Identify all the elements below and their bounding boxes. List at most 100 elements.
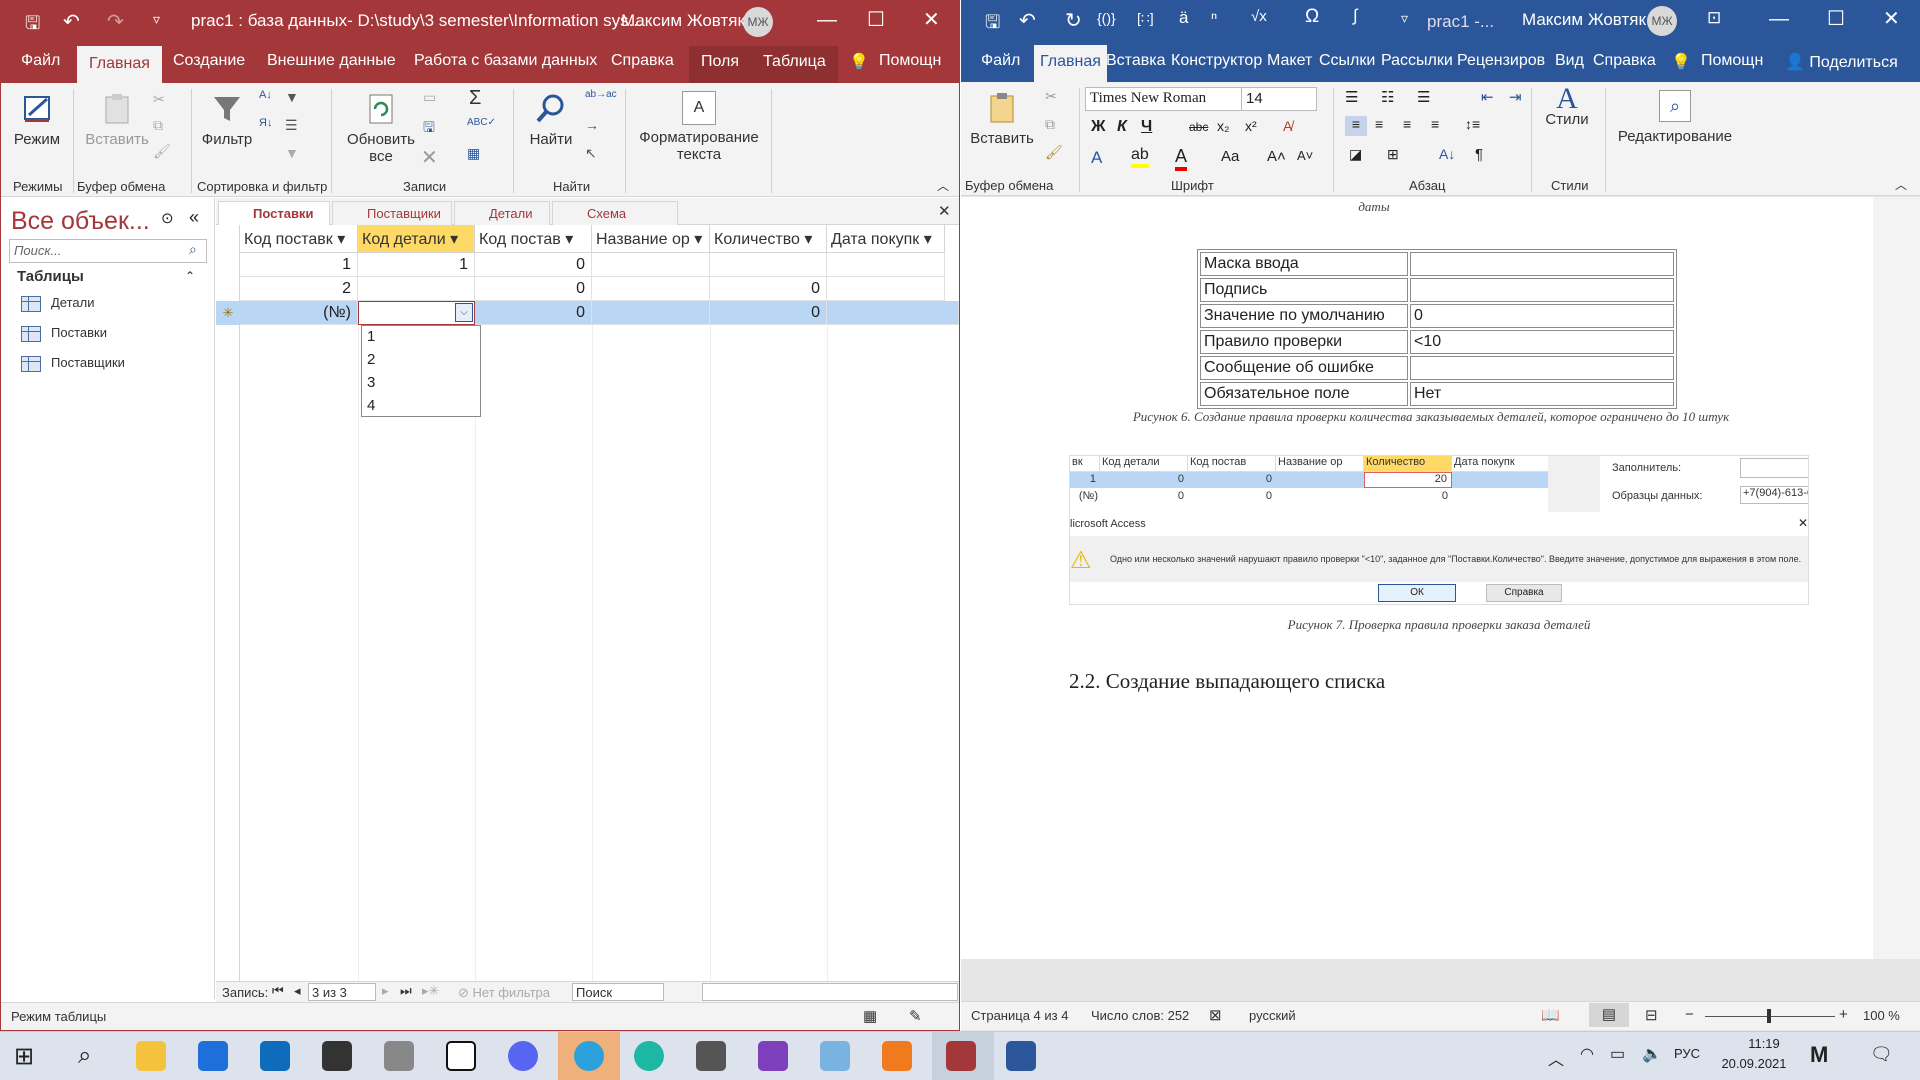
maximize-button[interactable]: ☐ xyxy=(867,7,885,32)
italic-icon[interactable]: К xyxy=(1117,118,1127,136)
totals-icon[interactable]: Σ xyxy=(469,87,487,109)
tab-insert[interactable]: Вставка xyxy=(1106,52,1165,70)
justify-icon[interactable]: ≡ xyxy=(1431,116,1439,132)
shrink-font-icon[interactable]: A˅ xyxy=(1297,148,1313,163)
minimize-button[interactable]: — xyxy=(817,9,837,32)
tab-home[interactable]: Главная xyxy=(77,46,162,83)
cut-icon[interactable]: ✂ xyxy=(1045,88,1063,106)
decrease-indent-icon[interactable]: ⇤ xyxy=(1481,88,1494,106)
column-header[interactable]: Название ор ▾ xyxy=(592,225,710,253)
read-mode-icon[interactable]: 📖 xyxy=(1541,1006,1560,1024)
tab-review[interactable]: Рецензиров xyxy=(1457,52,1545,70)
last-record-icon[interactable]: ⏭ xyxy=(400,983,412,999)
align-left-icon[interactable]: ≡ xyxy=(1345,116,1367,136)
tab-create[interactable]: Создание xyxy=(173,52,245,70)
advanced-filter-icon[interactable]: ☰ xyxy=(285,117,303,135)
refresh-all-button[interactable]: Обновить все xyxy=(341,91,421,165)
save-record-icon[interactable]: 🖫 xyxy=(423,117,441,135)
save-icon[interactable]: 🖫 xyxy=(985,10,1000,40)
tab-help[interactable]: Справка xyxy=(611,52,674,70)
font-size-select[interactable]: 14 xyxy=(1241,87,1317,111)
customize-toolbar-icon[interactable]: ▿ xyxy=(1401,10,1408,27)
notion-icon[interactable] xyxy=(446,1041,476,1071)
collapse-ribbon-icon[interactable]: ︿ xyxy=(1895,176,1907,193)
table-cell[interactable] xyxy=(592,277,710,301)
save-icon[interactable]: 🖫 xyxy=(25,11,40,41)
show-marks-icon[interactable]: ¶ xyxy=(1475,146,1483,163)
wifi-icon[interactable]: ◠ xyxy=(1580,1044,1594,1064)
combo-dropdown-list[interactable]: 1 2 3 4 xyxy=(361,325,481,417)
zoom-thumb[interactable] xyxy=(1767,1009,1771,1023)
clock-time[interactable]: 11:19 xyxy=(1734,1036,1794,1051)
input-language[interactable]: РУС xyxy=(1674,1046,1700,1061)
view-mode-button[interactable]: Режим xyxy=(9,91,65,148)
document-page[interactable]: даты Маска ввода Подпись Значение по умо… xyxy=(961,197,1873,959)
more-records-icon[interactable]: ▦ xyxy=(467,145,485,163)
snipping-tool-icon[interactable] xyxy=(820,1041,850,1071)
table-cell[interactable] xyxy=(827,277,945,301)
close-button[interactable]: ✕ xyxy=(1883,6,1900,31)
styles-button[interactable]: A Стили xyxy=(1539,84,1595,129)
table-cell[interactable]: 1 xyxy=(240,253,358,277)
multilevel-list-icon[interactable]: ☰ xyxy=(1417,88,1430,106)
notifications-icon[interactable]: 🗨 xyxy=(1870,1044,1893,1065)
equation-icon[interactable]: {()} xyxy=(1097,10,1116,26)
nav-pane-title[interactable]: Все объек... xyxy=(11,207,150,236)
calculator-icon[interactable] xyxy=(696,1041,726,1071)
tab-fields[interactable]: Поля xyxy=(689,46,752,83)
numbering-icon[interactable]: ☷ xyxy=(1381,88,1394,106)
nav-search-input[interactable]: Поиск... xyxy=(9,239,207,263)
cut-icon[interactable]: ✂ xyxy=(153,91,171,109)
script-icon[interactable]: ⁿ xyxy=(1211,8,1217,28)
clear-formatting-icon[interactable]: A̸ xyxy=(1283,118,1292,134)
find-button[interactable]: Найти xyxy=(523,91,579,148)
table-cell[interactable]: 1 xyxy=(358,253,475,277)
proofing-icon[interactable]: ⊠ xyxy=(1209,1006,1222,1024)
record-search-input[interactable]: Поиск xyxy=(572,983,664,1001)
lightbulb-icon[interactable]: 💡 xyxy=(1671,52,1691,72)
table-cell-new[interactable] xyxy=(592,301,710,325)
format-painter-icon[interactable]: 🖌 xyxy=(1045,144,1063,162)
tab-table[interactable]: Таблица xyxy=(751,46,838,83)
next-record-icon[interactable]: ▸ xyxy=(382,983,389,999)
shutter-bar-icon[interactable]: « xyxy=(189,207,199,228)
tab-file[interactable]: Файл xyxy=(21,52,60,70)
column-header-selected[interactable]: Код детали ▾ xyxy=(358,225,475,253)
repeat-icon[interactable]: ↻ xyxy=(1065,8,1082,33)
chevron-up-icon[interactable]: ⌃ xyxy=(185,269,195,283)
column-header[interactable]: Дата покупк ▾ xyxy=(827,225,945,253)
telegram-icon[interactable] xyxy=(574,1041,604,1071)
tab-database-tools[interactable]: Работа с базами данных xyxy=(414,52,597,70)
dropdown-option[interactable]: 4 xyxy=(362,395,480,418)
word-count[interactable]: Число слов: 252 xyxy=(1091,1008,1189,1023)
tab-external-data[interactable]: Внешние данные xyxy=(267,52,396,70)
spelling-icon[interactable]: ABC✓ xyxy=(467,117,496,135)
shading-icon[interactable]: ◪ xyxy=(1349,146,1362,163)
clock-date[interactable]: 20.09.2021 xyxy=(1714,1056,1794,1071)
file-explorer-icon[interactable] xyxy=(136,1041,166,1071)
search-icon[interactable]: ⌕ xyxy=(78,1042,91,1070)
nav-item-details[interactable]: Детали xyxy=(21,295,95,312)
table-cell[interactable]: 0 xyxy=(475,253,592,277)
format-painter-icon[interactable]: 🖌 xyxy=(153,143,171,161)
superscript-icon[interactable]: x² xyxy=(1245,118,1257,134)
maximize-button[interactable]: ☐ xyxy=(1827,6,1845,31)
table-cell-new[interactable] xyxy=(827,301,959,325)
lightbulb-icon[interactable]: 💡 xyxy=(849,52,869,72)
dropdown-option[interactable]: 1 xyxy=(362,326,480,349)
replace-icon[interactable]: ab→ac xyxy=(585,89,617,107)
strikethrough-icon[interactable]: abc xyxy=(1189,120,1208,134)
delete-record-icon[interactable]: ✕ xyxy=(421,145,439,169)
doctab-suppliers[interactable]: Поставщики xyxy=(332,201,452,225)
discord-icon[interactable] xyxy=(508,1041,538,1071)
matrix-icon[interactable]: [∷] xyxy=(1137,10,1154,27)
table-cell-new[interactable]: 0 xyxy=(710,301,827,325)
mail-icon[interactable] xyxy=(260,1041,290,1071)
tell-me-search[interactable]: Помощн xyxy=(1701,52,1763,70)
symbol-icon[interactable]: Ω xyxy=(1305,6,1319,28)
no-filter-button[interactable]: ⊘ Нет фильтра xyxy=(458,985,550,1001)
editing-button[interactable]: ⌕ Редактирование xyxy=(1615,90,1735,145)
doctab-supplies[interactable]: Поставки xyxy=(218,201,330,225)
column-header[interactable]: Код постав ▾ xyxy=(475,225,592,253)
table-cell-new[interactable]: 0 xyxy=(475,301,592,325)
